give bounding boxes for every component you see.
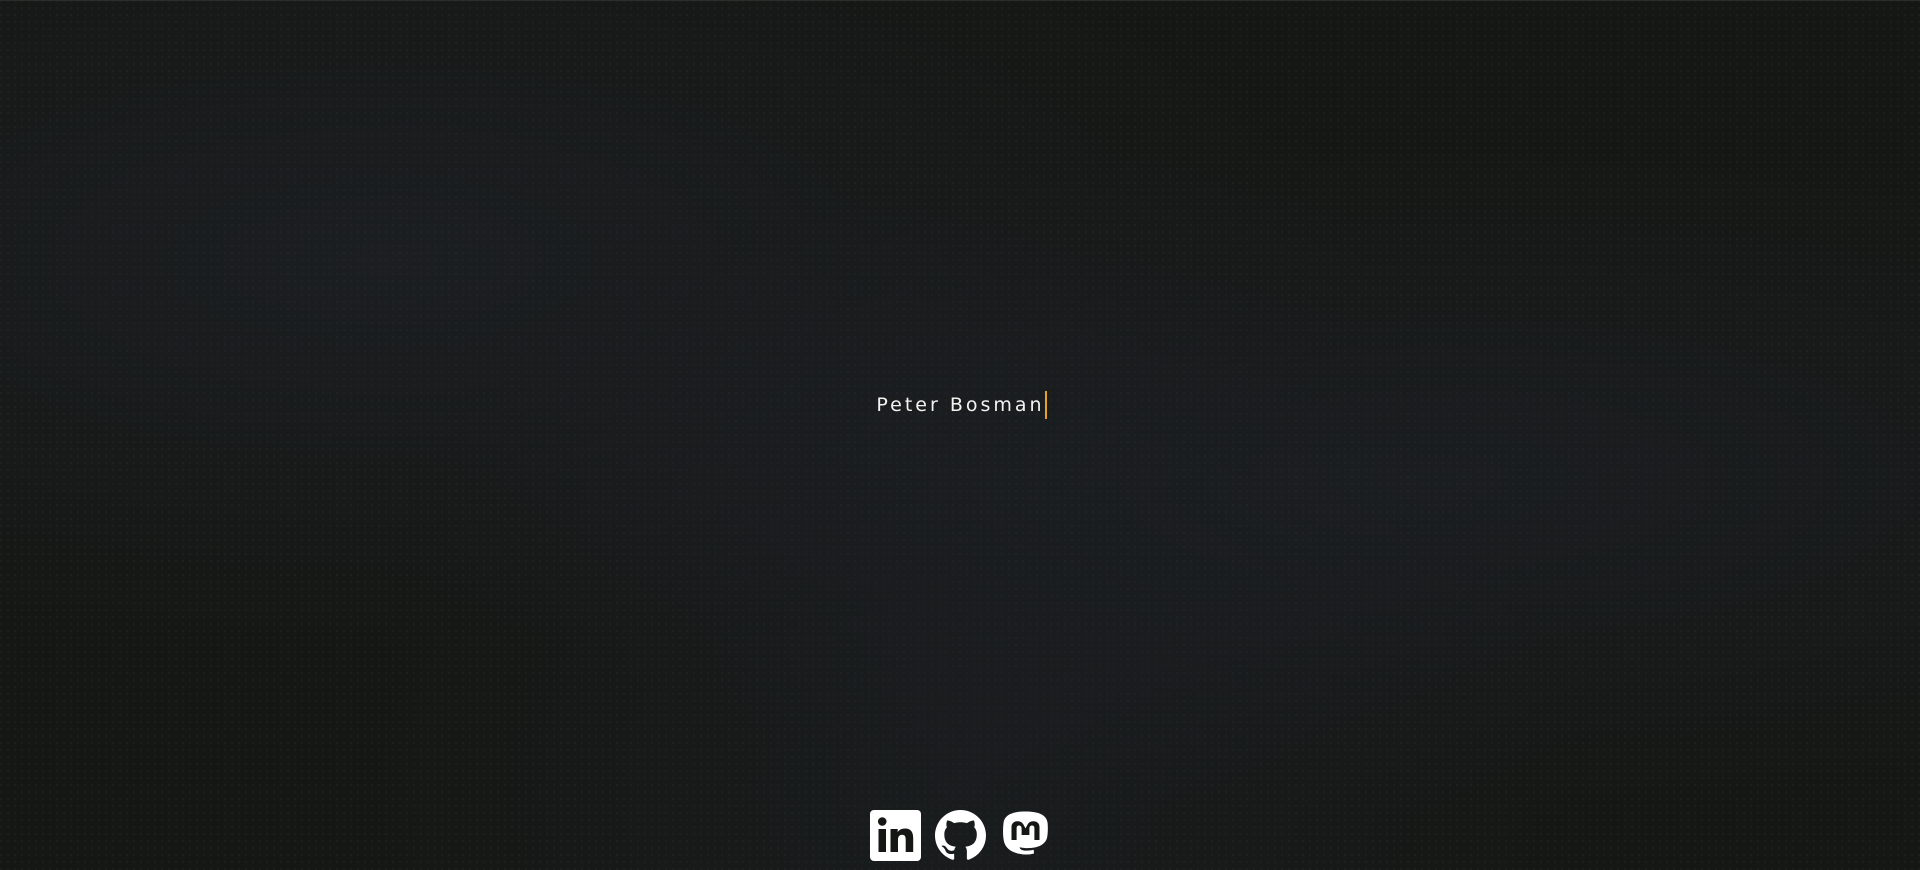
top-divider — [0, 0, 1920, 1]
hero-section: Peter Bosman — [0, 388, 1920, 422]
linkedin-icon — [869, 809, 921, 861]
mastodon-link[interactable] — [1000, 810, 1051, 861]
linkedin-link[interactable] — [869, 809, 921, 861]
social-links — [0, 808, 1920, 862]
github-icon — [934, 809, 986, 860]
github-link[interactable] — [934, 809, 986, 861]
typed-title: Peter Bosman — [876, 391, 1047, 419]
mastodon-icon — [1002, 811, 1048, 855]
site-title: Peter Bosman — [876, 394, 1045, 416]
typing-cursor — [1044, 391, 1047, 419]
